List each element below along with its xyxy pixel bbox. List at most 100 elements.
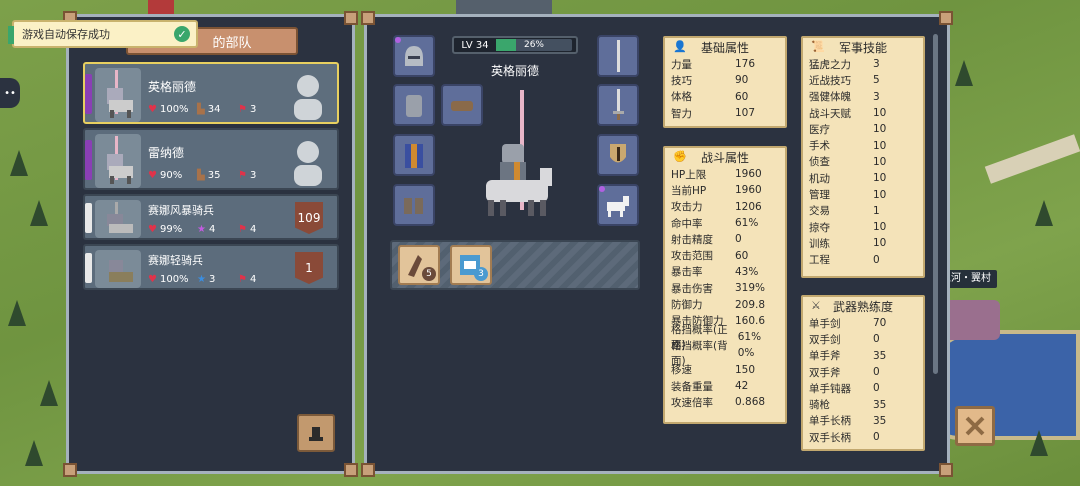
boots-slot[interactable] [393, 184, 435, 226]
attr-value: 0 [873, 431, 880, 444]
unit-card[interactable]: 赛娜轻骑兵 ♥ 100% ★ 3 ⚑ 4 1 [83, 244, 339, 290]
knight-portrait-icon [95, 68, 141, 122]
attr-row: 命中率 61% [665, 215, 785, 231]
chat-icon[interactable]: •• [0, 78, 20, 108]
attr-value: 1206 [735, 200, 762, 213]
attr-list: HP上限 1960 当前HP 1960 攻击力 1206 命中率 61% 射击精度 0 攻击范围 60… [665, 166, 785, 410]
unit-hp: ♥ 99% [148, 224, 182, 235]
rarity-strip [85, 74, 92, 114]
attr-list: 力量 176 技巧 90 体格 60 智力 107 [665, 56, 785, 121]
attr-row: 战斗天赋 10 [803, 105, 923, 121]
unit-boots: ▙ 34 [197, 104, 220, 115]
attr-name: 管理 [809, 189, 830, 202]
attr-value: 0% [737, 347, 755, 360]
clothing-slot[interactable] [393, 134, 435, 176]
attr-name: 单手长柄 [809, 415, 851, 428]
attr-row: 攻击力 1206 [665, 199, 785, 215]
unit-count-badge: 109 [295, 202, 323, 234]
flag-value: 4 [249, 274, 257, 285]
attr-row: 防御力 209.8 [665, 296, 785, 312]
attr-value: 160.6 [735, 314, 766, 327]
attr-value: 0 [873, 382, 880, 395]
attr-row: 射击精度 0 [665, 231, 785, 247]
tunic-icon [405, 144, 423, 168]
attr-row: 装备重量 42 [665, 378, 785, 394]
heart-icon: ♥ [148, 274, 157, 285]
attr-row: 单手长柄 35 [803, 413, 923, 429]
skill-count: 5 [422, 267, 436, 281]
stars-value: 3 [208, 274, 216, 285]
horse-icon [607, 196, 629, 217]
attr-value: 43% [735, 265, 759, 278]
tree-icon [1030, 430, 1048, 456]
attr-value: 0 [873, 253, 880, 266]
close-button[interactable] [955, 406, 995, 446]
attr-row: 近战技巧 5 [803, 72, 923, 88]
attr-row: 机动 10 [803, 170, 923, 186]
person-icon: 👤 [673, 40, 687, 53]
attr-name: 攻速倍率 [671, 396, 713, 409]
flag-value: 4 [249, 224, 257, 235]
unit-flag: ⚑ 4 [238, 274, 256, 285]
corner-ornament [361, 463, 375, 477]
unit-card[interactable]: 赛娜风暴骑兵 ♥ 99% ★ 4 ⚑ 4 109 [83, 194, 339, 240]
attr-name: 交易 [809, 205, 830, 218]
attr-name: 训练 [809, 237, 830, 250]
dismiss-unit-button[interactable] [297, 414, 335, 452]
empty-companion-silhouette-icon[interactable] [289, 72, 327, 120]
attr-value: 10 [873, 155, 887, 168]
attr-name: 工程 [809, 254, 830, 267]
attr-name: 医疗 [809, 123, 830, 136]
skill-slot[interactable]: 5 [398, 245, 440, 285]
unit-card[interactable]: 雷纳德 ♥ 90% ▙ 35 ⚑ 3 [83, 128, 339, 190]
close-icon [965, 416, 985, 436]
flag-icon: ⚑ [238, 274, 247, 285]
xp-percent: 26% [523, 40, 544, 50]
attr-value: 0.868 [735, 396, 766, 409]
attr-row: 技巧 90 [665, 72, 785, 88]
attr-value: 10 [873, 188, 887, 201]
panel-header: 📜 军事技能 [803, 38, 923, 56]
toast-text: 游戏自动保存成功 [22, 28, 110, 41]
attr-name: 单手钝器 [809, 382, 851, 395]
autosave-toast: 游戏自动保存成功 ✓ [8, 20, 198, 48]
corner-ornament [344, 11, 358, 25]
attr-name: 命中率 [671, 217, 703, 230]
weapon-slot[interactable] [597, 35, 639, 77]
attr-name: 战斗天赋 [809, 107, 851, 120]
rarity-strip [85, 253, 92, 283]
lance-icon [617, 40, 620, 72]
unit-stars: ★ 3 [197, 274, 215, 285]
empty-companion-silhouette-icon[interactable] [289, 138, 327, 186]
corner-ornament [344, 463, 358, 477]
attr-row: 攻击范围 60 [665, 247, 785, 263]
unit-boots: ▙ 35 [197, 170, 220, 181]
attr-row: 交易 1 [803, 203, 923, 219]
attr-row: 强健体魄 3 [803, 89, 923, 105]
attr-name: 暴击率 [671, 266, 703, 279]
cavalry-portrait-icon [95, 200, 141, 238]
skill-slot[interactable]: 3 [450, 245, 492, 285]
attr-value: 60 [735, 90, 749, 103]
attr-row: 双手剑 0 [803, 331, 923, 347]
armor-slot[interactable] [393, 84, 435, 126]
attr-value: 107 [735, 107, 756, 120]
scrollbar[interactable] [933, 34, 938, 374]
xp-bar: 26% [496, 39, 572, 51]
boots-value: 34 [207, 104, 221, 115]
shield-slot[interactable] [597, 134, 639, 176]
attr-value: 60 [735, 249, 749, 262]
unit-flag: ⚑ 3 [238, 170, 256, 181]
level-bar: LV 34 26% [452, 36, 578, 54]
unit-card[interactable]: 英格丽德 ♥ 100% ▙ 34 ⚑ 3 [83, 62, 339, 124]
sidearm-slot[interactable] [597, 84, 639, 126]
chainmail-icon [406, 95, 422, 117]
unit-hp: ♥ 100% [148, 274, 189, 285]
attr-row: 猛虎之力 3 [803, 56, 923, 72]
level-label: LV 34 [461, 39, 489, 51]
attr-value: 0 [735, 233, 742, 246]
attr-name: 双手长柄 [809, 431, 851, 444]
panel-title: 军事技能 [838, 40, 887, 55]
corner-ornament [63, 463, 77, 477]
flag-value: 3 [249, 104, 257, 115]
